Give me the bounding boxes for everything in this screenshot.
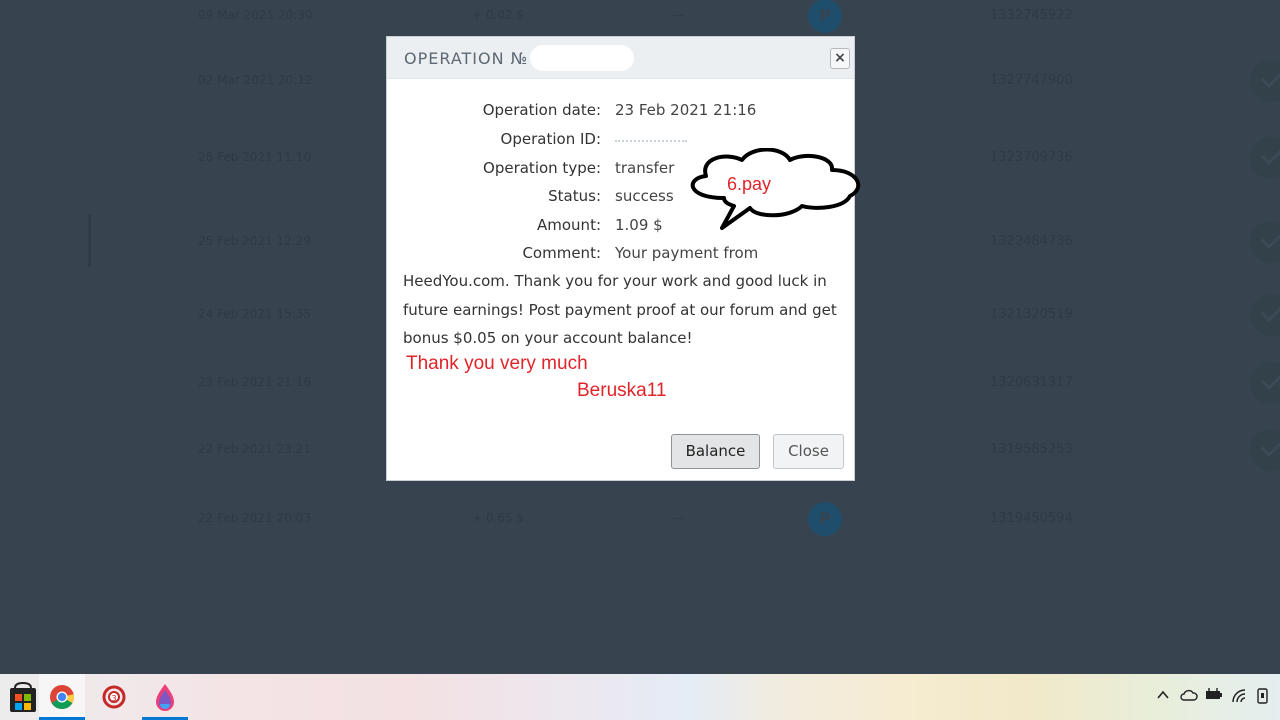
row-id: 1327747900 <box>990 73 1073 88</box>
wifi-icon[interactable] <box>1231 688 1247 708</box>
row-dash: — <box>672 511 684 525</box>
detail-value: success <box>615 187 674 205</box>
detail-value: 23 Feb 2021 21:16 <box>615 101 757 119</box>
modal-header: OPERATION № × <box>387 37 854 79</box>
row-id: 1319585253 <box>990 442 1073 457</box>
redacted-id <box>615 130 687 150</box>
detail-row-date: Operation date: 23 Feb 2021 21:16 <box>387 101 856 125</box>
check-icon <box>1250 429 1280 471</box>
signature-annotation: Beruska11 <box>577 380 667 401</box>
speech-bubble <box>690 148 861 230</box>
row-date: 22 Feb 2021 23:21 <box>198 442 312 456</box>
taskbar: 3 <box>0 674 1280 720</box>
table-row: 22 Feb 2021 20:03 + 0.65 $ — P 131945059… <box>0 502 1280 551</box>
row-amount: + 0.02 $ <box>472 8 525 22</box>
detail-label: Operation type: <box>483 159 601 177</box>
detail-row-comment: Comment: Your payment from <box>387 244 856 268</box>
detail-label: Operation ID: <box>500 130 601 148</box>
bubble-annotation: 6.pay <box>727 174 772 194</box>
row-id: 1320631317 <box>990 375 1073 390</box>
svg-text:3: 3 <box>111 694 116 703</box>
detail-value: transfer <box>615 159 675 177</box>
check-icon <box>1250 294 1280 336</box>
rewards-icon[interactable]: 3 <box>91 674 137 720</box>
redacted-operation-number <box>530 45 634 71</box>
battery-icon[interactable] <box>1205 688 1223 706</box>
detail-label: Status: <box>548 187 601 205</box>
row-id: 1323709736 <box>990 150 1073 165</box>
row-date: 25 Feb 2021 12:29 <box>198 234 312 248</box>
row-id: 1319450594 <box>990 511 1073 526</box>
detail-label: Amount: <box>537 216 601 234</box>
row-date: 02 Mar 2021 20:12 <box>198 73 313 87</box>
thanks-annotation: Thank you very much <box>406 353 588 374</box>
check-icon <box>1250 137 1280 179</box>
row-id: 1322484736 <box>990 234 1073 249</box>
row-id: 1321320519 <box>990 307 1073 322</box>
comment-text: HeedYou.com. Thank you for your work and… <box>403 272 837 347</box>
payeer-icon: P <box>808 0 842 33</box>
modal-title: OPERATION № <box>404 49 529 68</box>
row-date: 28 Feb 2021 11:10 <box>198 150 312 164</box>
tray-chevron-icon[interactable] <box>1156 688 1170 706</box>
detail-value: Your payment from <box>615 244 759 262</box>
check-icon <box>1250 362 1280 404</box>
detail-value: 1.09 $ <box>615 216 663 234</box>
detail-label: Comment: <box>522 244 601 262</box>
detail-label: Operation date: <box>482 101 601 119</box>
device-icon[interactable] <box>1256 688 1270 708</box>
operation-modal: OPERATION № × Operation date: 23 Feb 202… <box>386 36 855 481</box>
close-icon[interactable]: × <box>830 48 850 69</box>
close-button[interactable]: Close <box>773 434 844 469</box>
row-date: 23 Feb 2021 21:16 <box>198 375 312 389</box>
payeer-icon: P <box>808 502 842 536</box>
row-id: 1332745922 <box>990 8 1073 23</box>
paint-drop-icon[interactable] <box>142 674 188 720</box>
row-date: 24 Feb 2021 15:35 <box>198 307 312 321</box>
check-icon <box>1250 221 1280 263</box>
row-date: 09 Mar 2021 20:30 <box>198 8 313 22</box>
row-dash: — <box>672 8 684 22</box>
check-icon <box>1250 60 1280 102</box>
balance-button[interactable]: Balance <box>671 434 760 469</box>
row-date: 22 Feb 2021 20:03 <box>198 511 312 525</box>
chrome-icon[interactable] <box>39 674 85 720</box>
row-amount: + 0.65 $ <box>472 511 525 525</box>
onedrive-icon[interactable] <box>1180 688 1198 706</box>
